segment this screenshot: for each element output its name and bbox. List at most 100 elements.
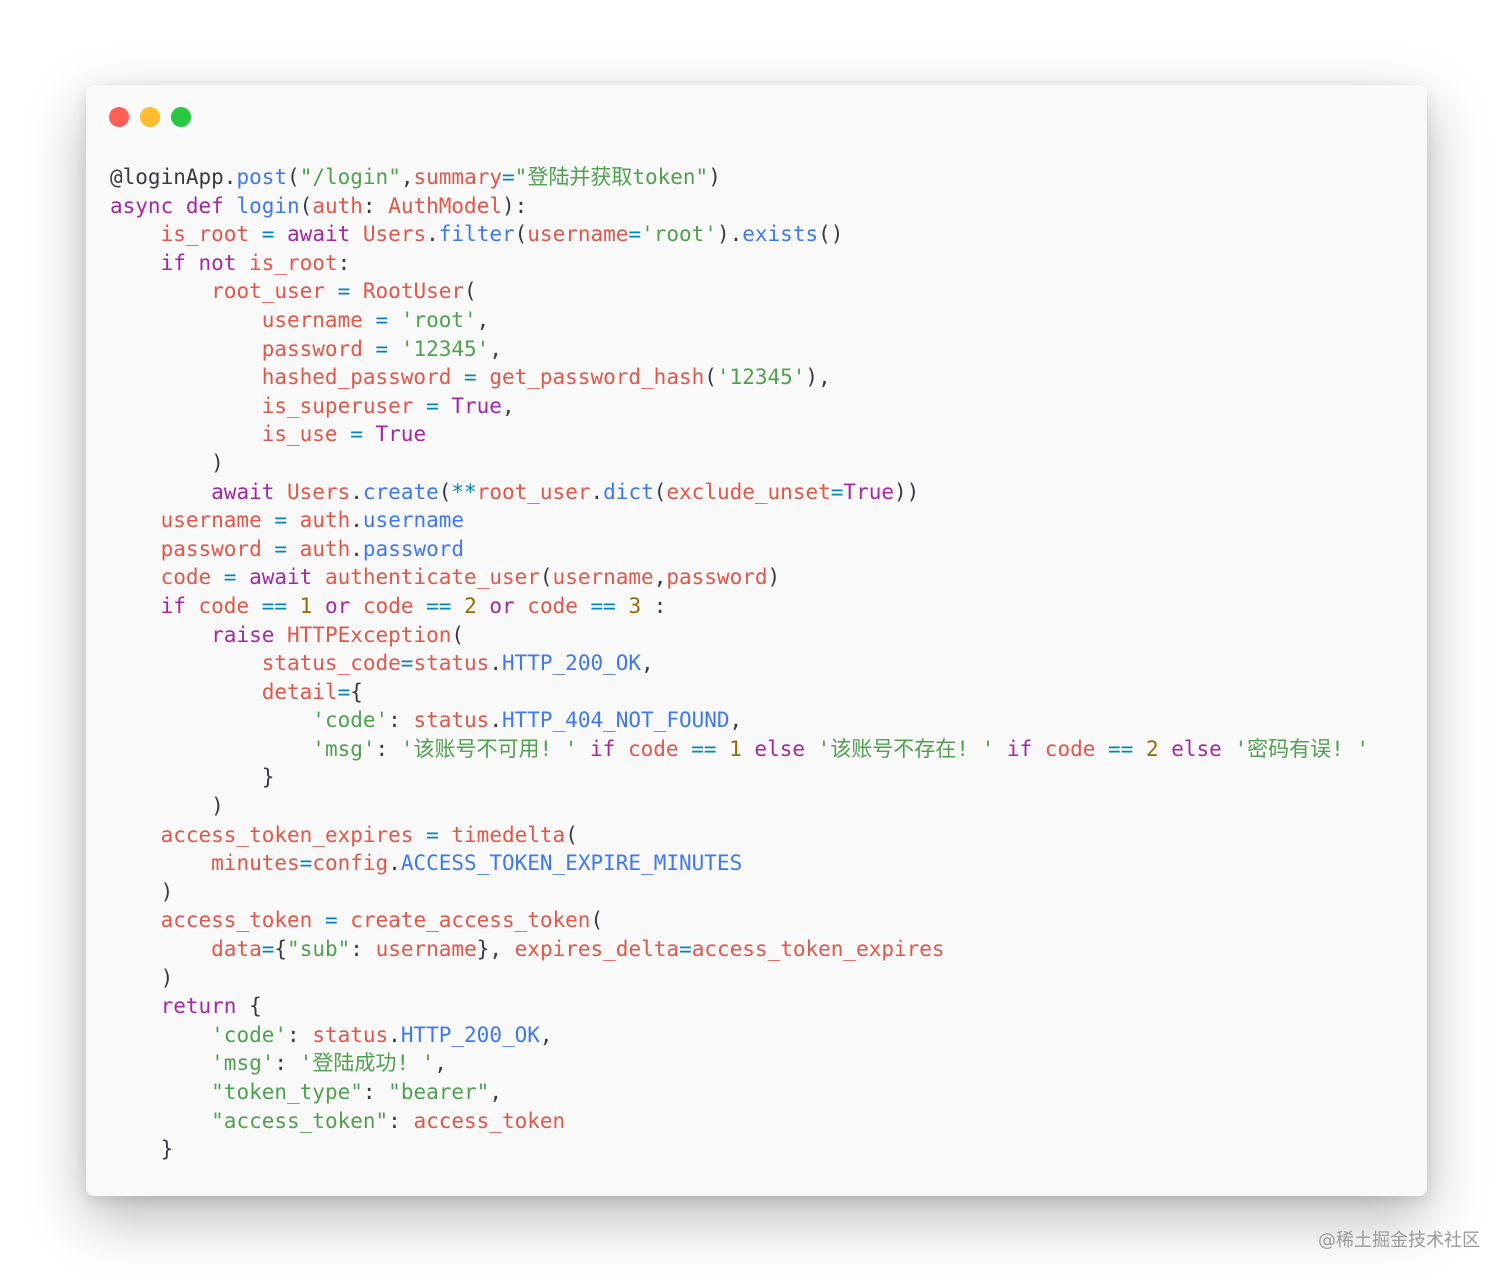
code-token: '登陆成功! ' [299, 1051, 435, 1076]
code-line: access_token_expires = timedelta( [110, 821, 1369, 850]
code-token: = [324, 279, 363, 304]
code-token: hashed_password [261, 365, 452, 390]
code-token: HTTP_200_OK [501, 651, 642, 676]
code-token: ). [716, 222, 743, 247]
code-token: , [653, 565, 667, 590]
code-token: ( [539, 565, 553, 590]
code-token: : [274, 1051, 300, 1076]
code-line: await Users.create(**root_user.dict(excl… [110, 478, 1369, 507]
code-token: True [451, 393, 502, 418]
code-token: : [388, 1108, 414, 1133]
code-token: status [312, 1022, 389, 1047]
code-token: . [590, 479, 604, 504]
code-token: = [362, 307, 401, 332]
code-token: : [337, 250, 351, 275]
code-token: ), [805, 365, 831, 390]
code-token: , [476, 307, 490, 332]
code-token: == [1095, 736, 1146, 761]
code-token: async def [110, 193, 237, 218]
code-token: 'msg' [312, 736, 376, 761]
code-token: : [287, 1022, 313, 1047]
code-token: , [489, 1080, 502, 1104]
code-token: True [375, 422, 427, 447]
code-token: = [679, 937, 692, 962]
code-token: } [110, 765, 275, 790]
code-line: ) [110, 878, 1369, 907]
code-line: password = '12345', [110, 335, 1369, 364]
code-token: = [413, 393, 452, 418]
code-line: } [110, 763, 1369, 792]
code-token: access_token [413, 1108, 566, 1133]
code-token: 'code' [312, 708, 389, 733]
code-token: await [249, 565, 325, 590]
code-token: exists [742, 222, 819, 247]
zoom-button[interactable] [171, 107, 191, 127]
code-token: code [362, 593, 414, 618]
code-token: username [261, 307, 363, 332]
code-token: ) [110, 794, 224, 819]
code-line: "access_token": access_token [110, 1107, 1369, 1136]
minimize-button[interactable] [140, 107, 160, 127]
code-token: ): [501, 193, 528, 218]
code-token: }, [476, 937, 515, 962]
code-token: username [160, 508, 262, 533]
code-line: is_root = await Users.filter(username='r… [110, 220, 1369, 249]
code-token: )) [894, 479, 920, 504]
code-token: access_token [160, 908, 313, 933]
code-token: ( [704, 365, 717, 390]
code-token: : [375, 736, 401, 761]
code-token: . [350, 508, 363, 533]
code-token: "/login" [299, 165, 401, 189]
code-line: minutes=config.ACCESS_TOKEN_EXPIRE_MINUT… [110, 849, 1369, 878]
code-token: is_superuser [261, 393, 414, 418]
code-line: code = await authenticate_user(username,… [110, 563, 1369, 592]
code-token: access_token_expires [160, 822, 414, 847]
close-button[interactable] [109, 107, 129, 127]
code-token: root_user [476, 479, 591, 504]
code-token: password [666, 565, 768, 590]
code-token: await [287, 222, 363, 247]
code-token: code [160, 565, 212, 590]
code-line: is_superuser = True, [110, 392, 1369, 421]
code-token: '该账号不存在! ' [817, 736, 995, 761]
code-token: ACCESS_TOKEN_EXPIRE_MINUTES [400, 851, 743, 876]
code-token: status [413, 651, 490, 676]
code-token: ( [590, 908, 604, 933]
code-token: : [350, 937, 376, 962]
code-token: minutes [211, 851, 300, 876]
code-token: 1 [299, 593, 313, 618]
code-token: 2 [464, 593, 477, 618]
code-token: = [249, 222, 288, 247]
code-token: get_password_hash [489, 365, 705, 390]
code-token: = [502, 165, 515, 189]
code-token: is_root [160, 222, 250, 247]
code-token: ( [451, 622, 465, 647]
code-token: "token_type" [211, 1080, 363, 1104]
code-token: detail [261, 679, 338, 704]
code-token: '该账号不可用! ' [400, 736, 578, 761]
code-line: 'code': status.HTTP_404_NOT_FOUND, [110, 706, 1369, 735]
code-token: code [627, 736, 679, 761]
code-token: 'code' [211, 1022, 288, 1047]
code-token: username [375, 937, 477, 962]
code-token: () [818, 222, 844, 247]
code-token: "登陆并获取token" [514, 165, 709, 189]
code-line: ) [110, 964, 1369, 993]
code-token: Users [362, 222, 427, 247]
code-token: "access_token" [211, 1108, 389, 1133]
code-token: await [211, 479, 288, 504]
code-token: else [1158, 736, 1235, 761]
